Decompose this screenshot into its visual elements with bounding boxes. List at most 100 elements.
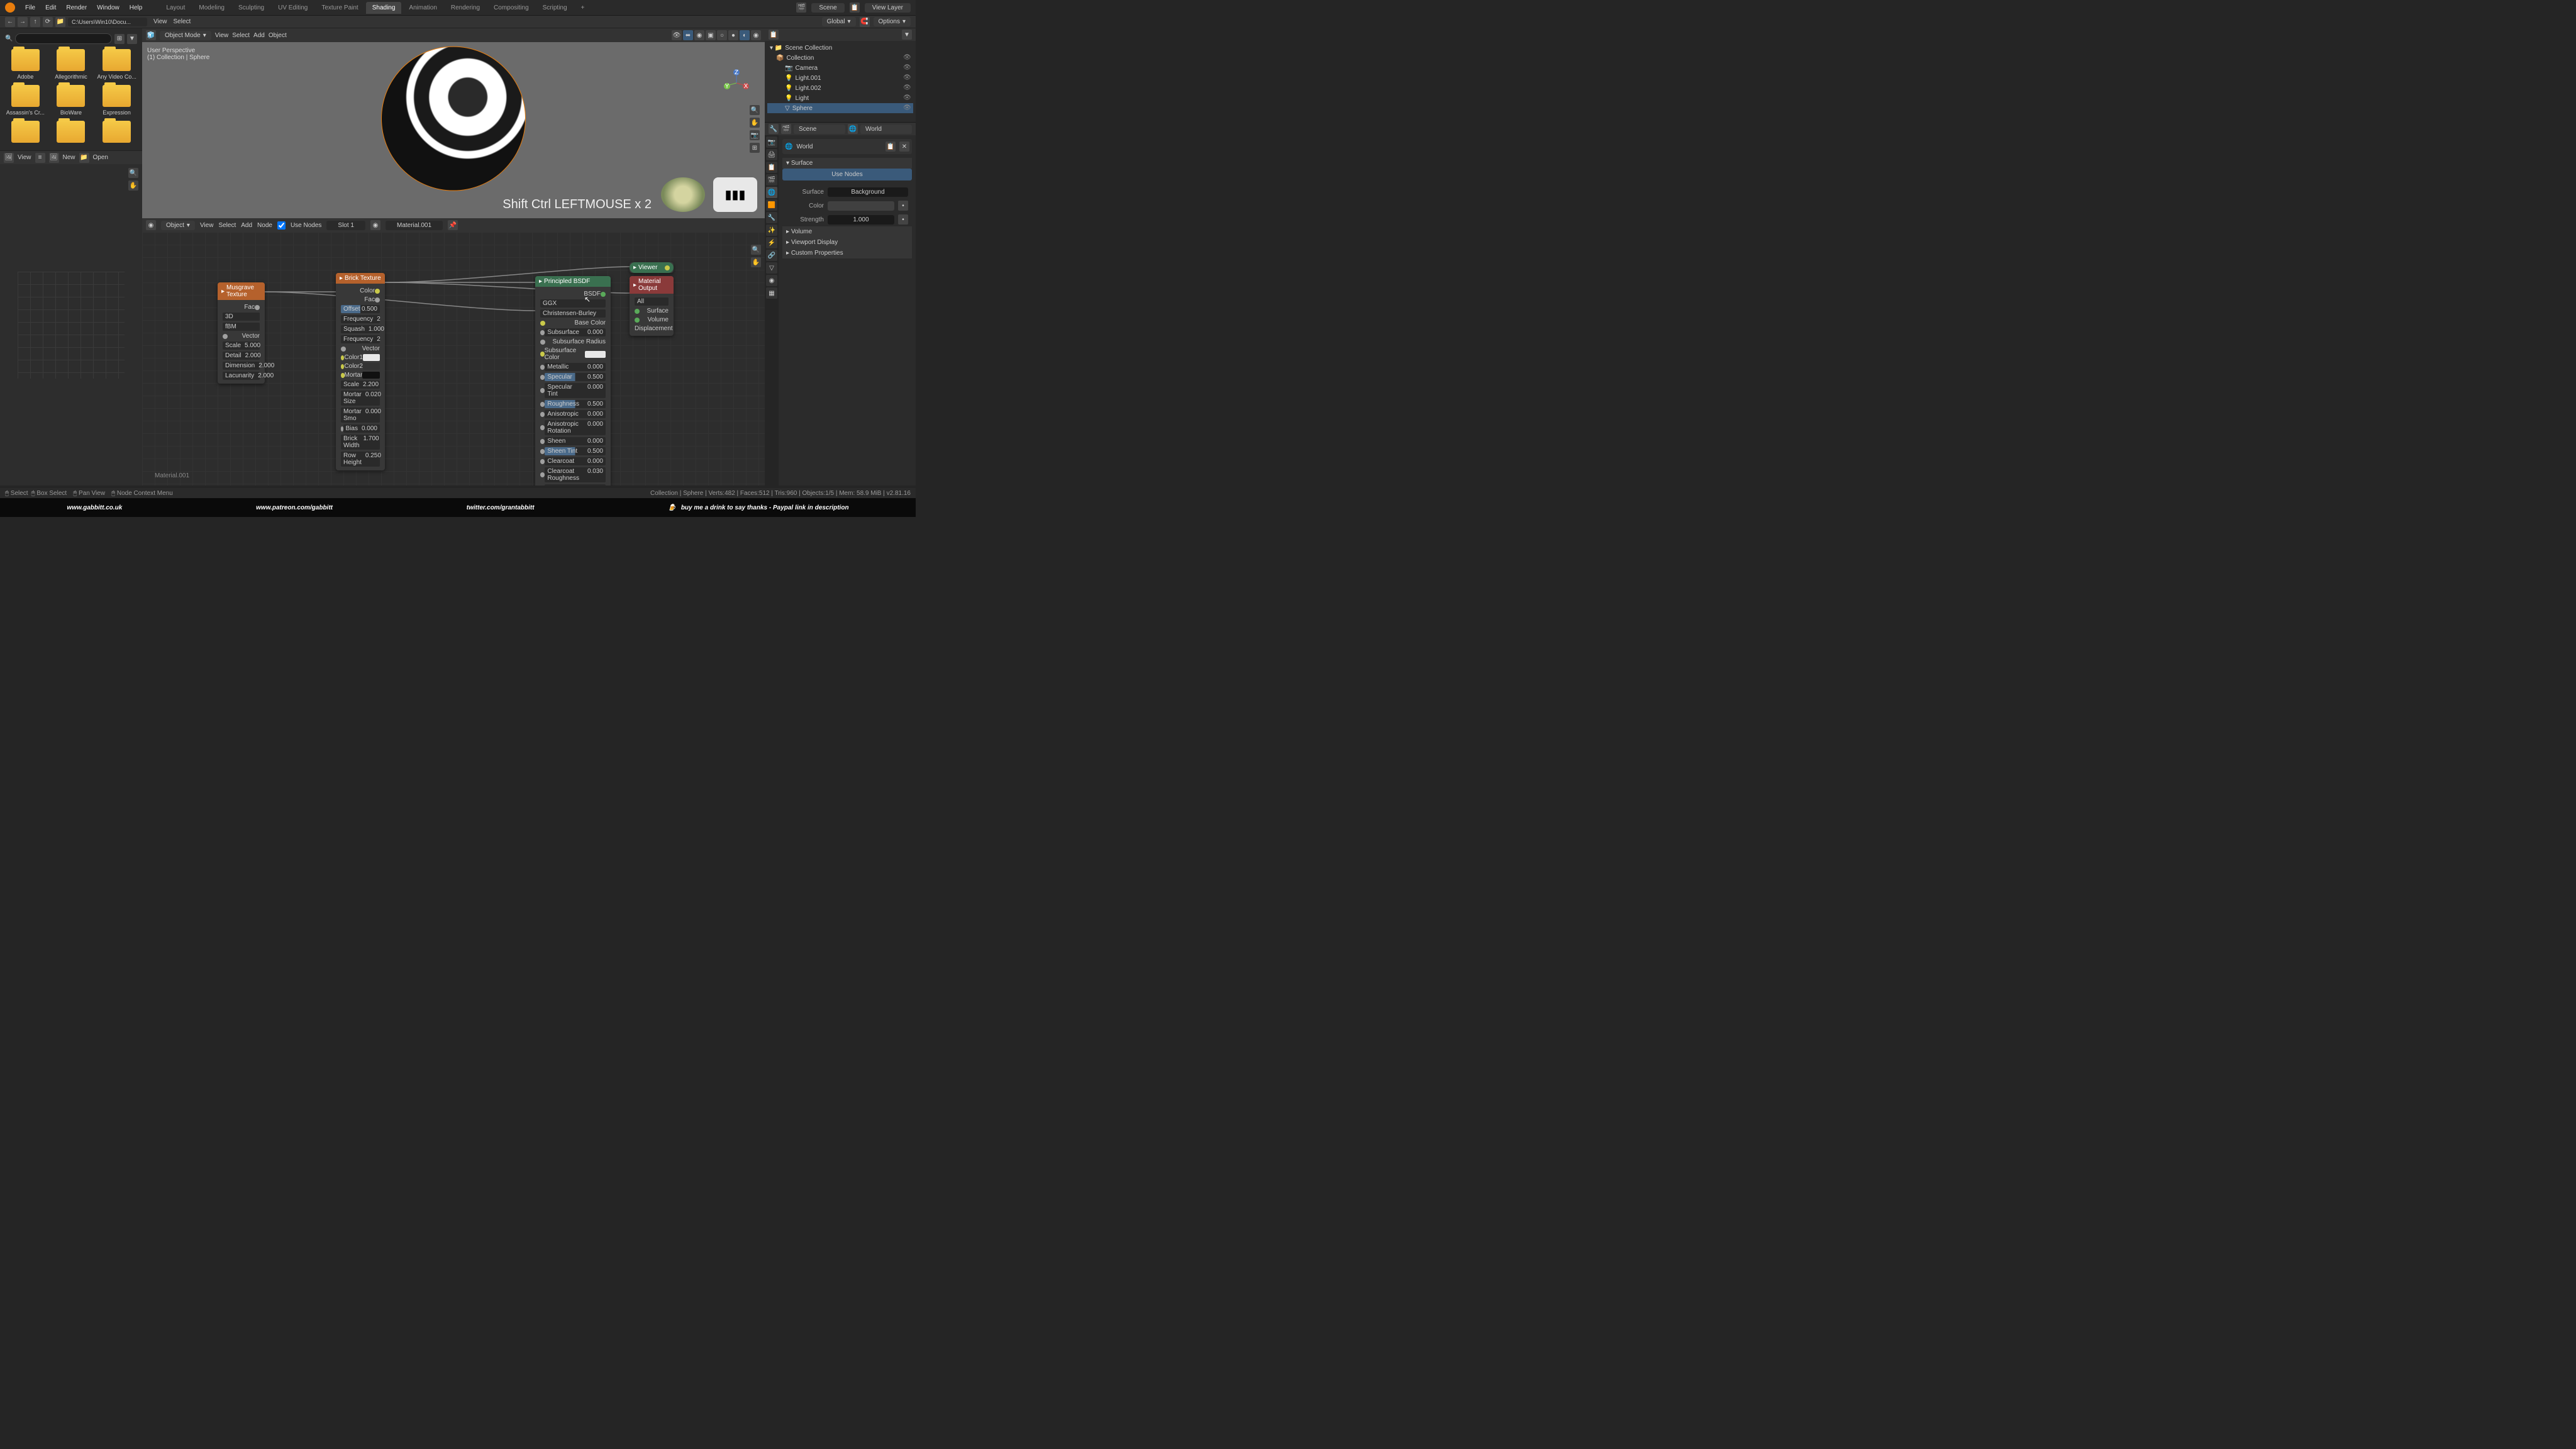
color-swatch[interactable] bbox=[828, 201, 894, 211]
display-icon[interactable]: ⊞ bbox=[114, 34, 125, 44]
node-principled-bsdf[interactable]: ▸ Principled BSDF BSDF GGX Christensen-B… bbox=[535, 276, 611, 486]
node-material-output[interactable]: ▸ Material Output All Surface Volume Dis… bbox=[630, 276, 674, 336]
principled-row[interactable]: IOR1.450 bbox=[538, 484, 608, 486]
outliner-item[interactable]: 💡Light👁 bbox=[767, 93, 913, 103]
menu-file[interactable]: File bbox=[20, 4, 40, 11]
rheight-field[interactable]: Row Height0.250 bbox=[341, 452, 380, 467]
folder-item[interactable]: Adobe bbox=[5, 49, 46, 80]
imged-open[interactable]: Open bbox=[93, 154, 108, 161]
node-header[interactable]: ▸ Principled BSDF bbox=[535, 276, 611, 287]
props-tab-object[interactable]: 🟧 bbox=[766, 199, 777, 211]
outliner-scene-collection[interactable]: ▾ 📁Scene Collection bbox=[767, 43, 913, 53]
principled-row[interactable]: Sheen Tint0.500 bbox=[538, 447, 608, 456]
strength-dot-icon[interactable]: • bbox=[898, 214, 908, 225]
ws-tab-animation[interactable]: Animation bbox=[402, 2, 443, 14]
overlay-icon[interactable]: ◉ bbox=[694, 30, 704, 40]
editor-type-icon[interactable]: 🖼 bbox=[4, 153, 14, 163]
newfolder-icon[interactable]: 📁 bbox=[55, 17, 65, 27]
socket-volume[interactable]: Volume bbox=[648, 316, 669, 323]
filter-icon[interactable]: ▼ bbox=[127, 34, 137, 44]
editor-type-icon[interactable]: 📋 bbox=[769, 30, 779, 40]
new-icon[interactable]: 📋 bbox=[886, 142, 896, 152]
surface-section-header[interactable]: ▾ Surface bbox=[782, 158, 912, 169]
back-icon[interactable]: ← bbox=[5, 17, 15, 27]
socket-displacement[interactable]: Displacement bbox=[635, 325, 673, 332]
outliner-item[interactable]: 💡Light.001👁 bbox=[767, 73, 913, 83]
node-editor[interactable]: ▸ Musgrave Texture Fac 3D fBM Vector Sca… bbox=[142, 232, 765, 486]
vp-view[interactable]: View bbox=[215, 32, 229, 39]
zoom-icon[interactable]: 🔍 bbox=[128, 168, 138, 178]
principled-row[interactable]: Subsurface0.000 bbox=[538, 328, 608, 337]
header-select[interactable]: Select bbox=[174, 18, 191, 25]
socket-mortar[interactable]: Mortar bbox=[345, 372, 363, 379]
ne-add[interactable]: Add bbox=[241, 222, 252, 229]
snap-icon[interactable]: 🧲 bbox=[860, 17, 870, 27]
socket-surface[interactable]: Surface bbox=[647, 308, 669, 314]
image-preview[interactable]: 🔍 ✋ bbox=[0, 164, 142, 486]
bwidth-field[interactable]: Brick Width1.700 bbox=[341, 435, 380, 450]
freq2-field[interactable]: Frequency2 bbox=[341, 335, 380, 343]
gizmo-icon[interactable]: ⬌ bbox=[683, 30, 693, 40]
ws-tab-modeling[interactable]: Modeling bbox=[192, 2, 231, 14]
folder-item[interactable] bbox=[96, 121, 137, 143]
folder-item[interactable]: BioWare bbox=[51, 85, 92, 116]
ne-select[interactable]: Select bbox=[218, 222, 236, 229]
pan-icon[interactable]: ✋ bbox=[751, 257, 761, 267]
slot-dropdown[interactable]: Slot 1 bbox=[326, 221, 365, 230]
pan-icon[interactable]: ✋ bbox=[128, 180, 138, 191]
principled-row[interactable]: Anisotropic0.000 bbox=[538, 409, 608, 419]
shading-solid-icon[interactable]: ● bbox=[728, 30, 738, 40]
material-name-field[interactable]: Material.001 bbox=[386, 221, 443, 230]
principled-row[interactable]: Subsurface Radius bbox=[538, 338, 608, 346]
outliner-item[interactable]: 📦Collection👁 bbox=[767, 53, 913, 63]
use-nodes-checkbox[interactable] bbox=[277, 221, 286, 230]
target-dropdown[interactable]: All bbox=[635, 297, 669, 306]
ws-tab-uv[interactable]: UV Editing bbox=[272, 2, 314, 14]
header-view[interactable]: View bbox=[153, 18, 167, 25]
socket-vector[interactable]: Vector bbox=[362, 345, 380, 352]
props-tab-scene[interactable]: 🎬 bbox=[766, 174, 777, 186]
dimension-field[interactable]: Dimension2.000 bbox=[223, 362, 260, 370]
offset-field[interactable]: Offset0.500 bbox=[341, 305, 380, 313]
menu-window[interactable]: Window bbox=[92, 4, 125, 11]
hdri-preview-icon[interactable] bbox=[661, 177, 705, 212]
scale-field[interactable]: Scale2.200 bbox=[341, 380, 380, 389]
outliner-item[interactable]: 📷Camera👁 bbox=[767, 63, 913, 73]
principled-row[interactable]: Roughness0.500 bbox=[538, 399, 608, 409]
zoom-icon[interactable]: 🔍 bbox=[750, 105, 760, 115]
ne-view[interactable]: View bbox=[200, 222, 214, 229]
orientation-dropdown[interactable]: Global ▾ bbox=[822, 17, 856, 26]
principled-row[interactable]: Specular Tint0.000 bbox=[538, 382, 608, 399]
folder-item[interactable]: Any Video Co... bbox=[96, 49, 137, 80]
scale-field[interactable]: Scale5.000 bbox=[223, 341, 260, 350]
zoom-icon[interactable]: 🔍 bbox=[751, 245, 761, 255]
props-tab-material[interactable]: ◉ bbox=[766, 275, 777, 286]
scene-field[interactable]: Scene bbox=[811, 3, 844, 13]
menu-help[interactable]: Help bbox=[125, 4, 148, 11]
folder-item[interactable] bbox=[51, 121, 92, 143]
filter-icon[interactable]: ▼ bbox=[902, 30, 912, 40]
folder-item[interactable]: Assassin's Cr... bbox=[5, 85, 46, 116]
lacunarity-field[interactable]: Lacunarity2.000 bbox=[223, 372, 260, 380]
principled-row[interactable]: Sheen0.000 bbox=[538, 436, 608, 446]
node-musgrave-texture[interactable]: ▸ Musgrave Texture Fac 3D fBM Vector Sca… bbox=[218, 282, 265, 384]
principled-row[interactable]: Metallic0.000 bbox=[538, 362, 608, 372]
nav-gizmo[interactable]: Z Y X bbox=[721, 67, 752, 99]
props-tab-viewlayer[interactable]: 📋 bbox=[766, 162, 777, 173]
socket-color-out[interactable]: Color bbox=[360, 287, 375, 294]
bias-field[interactable]: Bias0.000 bbox=[343, 425, 380, 433]
props-tab-constraint[interactable]: 🔗 bbox=[766, 250, 777, 261]
unlink-icon[interactable]: ✕ bbox=[899, 142, 909, 152]
viewport-display-section[interactable]: ▸ Viewport Display bbox=[782, 237, 912, 248]
custom-properties-section[interactable]: ▸ Custom Properties bbox=[782, 248, 912, 258]
scene-icon[interactable]: 🎬 bbox=[781, 124, 791, 134]
world-icon[interactable]: 🌐 bbox=[848, 124, 858, 134]
props-tab-modifier[interactable]: 🔧 bbox=[766, 212, 777, 223]
folder-item[interactable]: Expression bbox=[96, 85, 137, 116]
options-dropdown[interactable]: Options ▾ bbox=[874, 17, 911, 26]
mode-dropdown[interactable]: Object Mode ▾ bbox=[160, 31, 211, 40]
node-brick-texture[interactable]: ▸ Brick Texture Color Fac Offset0.500 Fr… bbox=[336, 273, 385, 470]
imged-view[interactable]: View bbox=[18, 154, 31, 161]
props-tab-output[interactable]: 🖨 bbox=[766, 149, 777, 160]
dim-dropdown[interactable]: 3D bbox=[223, 313, 260, 321]
